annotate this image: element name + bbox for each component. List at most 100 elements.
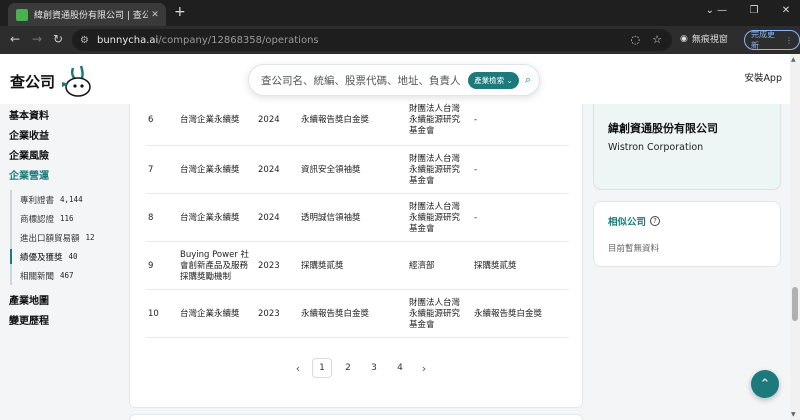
site-logo[interactable]: 查公司: [10, 64, 99, 98]
cell-year: 2023: [258, 260, 280, 271]
table-row: 7 台灣企業永續獎 2024 資訊安全領袖獎 財團法人台灣永續能源研究基金會 -: [146, 146, 569, 194]
subitem-count: 40: [68, 252, 78, 261]
address-bar[interactable]: ⚙ bunnycha.ai/company/12868358/operation…: [72, 29, 672, 51]
close-tab-icon[interactable]: ✕: [148, 10, 162, 20]
incognito-label: 無痕視窗: [691, 35, 728, 45]
similar-companies-card: 相似公司 ? 目前暫無資料: [593, 201, 781, 267]
sidebar: 基本資料 企業收益 企業風險 企業營運 專利證書 4,144 商標認證 116 …: [0, 104, 115, 420]
cell-source: 台灣企業永續獎: [180, 114, 240, 125]
page-scrollbar[interactable]: ▲ ▼: [790, 54, 800, 420]
scroll-up-icon[interactable]: ▲: [791, 56, 796, 63]
page-button-2[interactable]: 2: [338, 358, 358, 378]
cell-no: 7: [148, 164, 154, 175]
url-path: /company/12868358/operations: [158, 34, 319, 46]
similar-companies-title: 相似公司 ?: [608, 214, 766, 228]
sidebar-item-change-history[interactable]: 變更歷程: [9, 312, 49, 327]
industry-search-chip[interactable]: 產業檢索 ⌄: [468, 71, 519, 89]
search-icon[interactable]: ⌕: [525, 73, 531, 87]
similar-empty-text: 目前暫無資料: [608, 244, 660, 254]
subitem-label: 相關新聞: [20, 271, 55, 282]
eye-off-icon[interactable]: ◌: [631, 33, 641, 46]
cell-org: 財團法人台灣永續能源研究基金會: [409, 297, 461, 330]
cell-no: 8: [148, 212, 154, 223]
sidebar-item-industry-map[interactable]: 產業地圖: [9, 292, 49, 307]
subitem-count: 467: [60, 271, 74, 280]
cell-no: 9: [148, 260, 154, 271]
pagination: ‹ 1 2 3 4 ›: [290, 358, 432, 378]
scroll-down-icon[interactable]: ▼: [791, 411, 796, 418]
sidebar-subitem-awards[interactable]: 績優及獲獎 40: [10, 247, 110, 266]
minimize-icon[interactable]: —: [716, 5, 728, 16]
subitem-label: 進出口額貿易額: [20, 233, 80, 244]
bookmark-star-icon[interactable]: ☆: [652, 33, 662, 46]
sidebar-item-operations[interactable]: 企業營運: [9, 167, 49, 182]
subitem-count: 12: [85, 233, 95, 242]
more-menu-icon: ⋮: [785, 35, 793, 45]
company-name-zh: 緯創資通股份有限公司: [608, 122, 718, 135]
back-icon[interactable]: ←: [10, 32, 20, 46]
search-input[interactable]: 查公司名、統編、股票代碼、地址、負責人: [261, 73, 468, 88]
cell-note: 永續報告獎白金獎: [474, 308, 543, 319]
maximize-icon[interactable]: ❐: [748, 5, 760, 16]
prev-page-icon[interactable]: ‹: [290, 362, 306, 375]
help-icon[interactable]: ?: [650, 216, 661, 226]
cell-note: -: [474, 114, 478, 125]
incognito-indicator[interactable]: ◉ 無痕視窗: [680, 32, 728, 46]
sidebar-item-basic-info[interactable]: 基本資料: [9, 107, 49, 122]
similar-title-label: 相似公司: [608, 217, 647, 228]
cell-year: 2024: [258, 164, 280, 175]
subitem-label: 績優及獲獎: [20, 252, 63, 263]
sidebar-subitem-trademarks[interactable]: 商標認證 116: [12, 209, 110, 228]
update-button[interactable]: 完成更新 ⋮: [744, 30, 800, 50]
tab-search-icon[interactable]: ⌄: [706, 5, 714, 16]
cell-org: 經濟部: [409, 260, 435, 271]
install-app-link[interactable]: 安裝App: [744, 70, 782, 84]
logo-text: 查公司: [10, 72, 56, 91]
chevron-up-icon: ⌃: [759, 376, 771, 392]
cell-note: -: [474, 212, 478, 223]
table-row: 8 台灣企業永續獎 2024 透明誠信領袖獎 財團法人台灣永續能源研究基金會 -: [146, 194, 569, 242]
page-button-1[interactable]: 1: [312, 358, 332, 378]
page-button-3[interactable]: 3: [364, 358, 384, 378]
scrollbar-thumb[interactable]: [792, 287, 798, 321]
cell-source: 台灣企業永續獎: [180, 164, 240, 175]
cell-source: 台灣企業永續獎: [180, 212, 240, 223]
rabbit-logo-icon: [62, 65, 91, 97]
cell-no: 10: [148, 308, 159, 319]
site-info-icon[interactable]: ⚙: [80, 35, 89, 46]
sidebar-subitem-news[interactable]: 相關新聞 467: [12, 266, 110, 285]
cell-note: 採購獎貳獎: [474, 260, 517, 271]
browser-tab-bar: 緯創資通股份有限公司 | 查公司 ✕ + ⌄ — ❐ ✕: [0, 0, 800, 26]
next-page-icon[interactable]: ›: [416, 362, 432, 375]
incognito-icon: ◉: [680, 33, 688, 44]
browser-tab[interactable]: 緯創資通股份有限公司 | 查公司 ✕: [8, 3, 166, 26]
sidebar-item-revenue[interactable]: 企業收益: [9, 127, 49, 142]
sidebar-item-risk[interactable]: 企業風險: [9, 147, 49, 162]
sidebar-subnav: 專利證書 4,144 商標認證 116 進出口額貿易額 12 績優及獲獎 40 …: [10, 190, 110, 285]
cell-source: 台灣企業永續獎: [180, 308, 240, 319]
url-host: bunnycha.ai: [96, 34, 159, 46]
new-tab-icon[interactable]: +: [174, 4, 186, 20]
subitem-label: 專利證書: [20, 195, 55, 206]
table-row: 10 台灣企業永續獎 2023 永續報告獎白金獎 財團法人台灣永續能源研究基金會…: [146, 290, 569, 338]
cell-org: 財團法人台灣永續能源研究基金會: [409, 153, 461, 186]
site-favicon-icon: [16, 8, 28, 21]
sidebar-subitem-trade[interactable]: 進出口額貿易額 12: [12, 228, 110, 247]
cell-award: 永續報告獎白金獎: [301, 114, 370, 125]
page-button-4[interactable]: 4: [390, 358, 410, 378]
reload-icon[interactable]: ↻: [53, 32, 63, 46]
table-row: 6 台灣企業永續獎 2024 永續報告獎白金獎 財團法人台灣永續能源研究基金會 …: [146, 96, 569, 146]
scroll-to-top-button[interactable]: ⌃: [751, 370, 779, 398]
forward-icon[interactable]: →: [32, 32, 42, 46]
cell-year: 2024: [258, 212, 280, 223]
subitem-label: 商標認證: [20, 214, 55, 225]
sidebar-subitem-patents[interactable]: 專利證書 4,144: [12, 190, 110, 209]
subitem-count: 4,144: [60, 195, 83, 204]
close-window-icon[interactable]: ✕: [780, 5, 792, 16]
table-row: 9 Buying Power 社會創新產品及服務採購獎勵機制 2023 採購獎貳…: [146, 242, 569, 290]
company-search-bar[interactable]: 查公司名、統編、股票代碼、地址、負責人 產業檢索 ⌄ ⌕: [248, 64, 540, 96]
cell-award: 資訊安全領袖獎: [301, 164, 361, 175]
cell-award: 永續報告獎白金獎: [301, 308, 370, 319]
browser-toolbar: ← → ↻ ⚙ bunnycha.ai/company/12868358/ope…: [0, 26, 800, 54]
update-label: 完成更新: [751, 30, 775, 50]
